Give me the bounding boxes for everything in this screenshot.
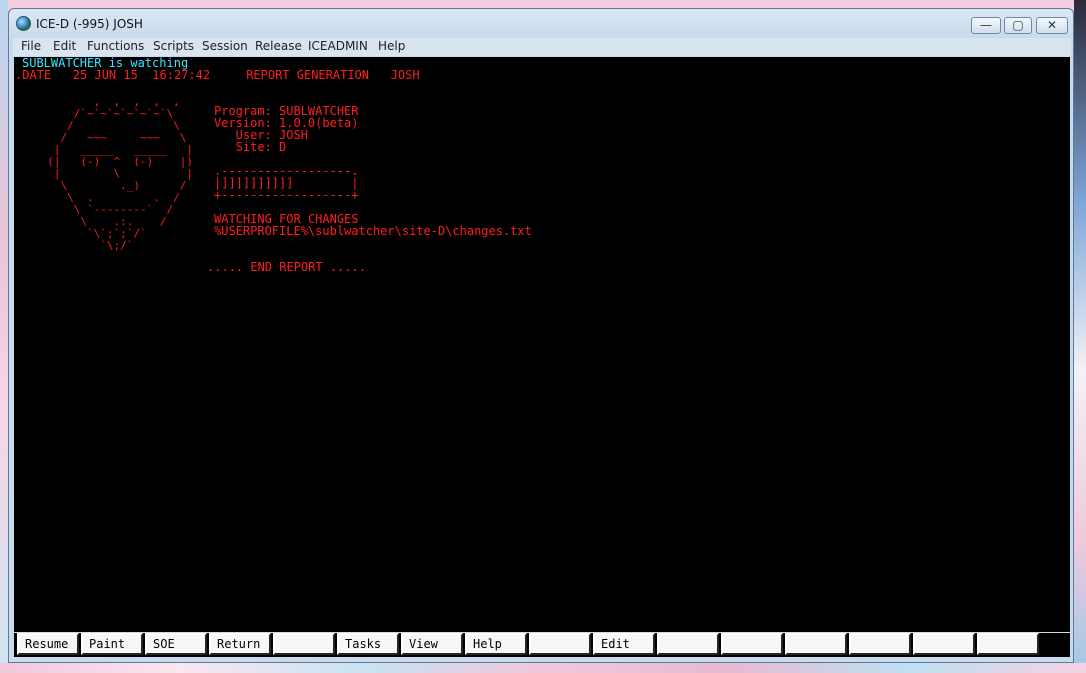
fkey-blank-5[interactable] [273,633,335,655]
fkey-return[interactable]: Return [209,633,271,655]
fkey-resume[interactable]: Resume [17,633,79,655]
site-line: Site: D [214,140,287,154]
menu-iceadmin[interactable]: ICEADMIN [308,39,368,53]
window-title: ICE-D (-995) JOSH [36,17,143,31]
end-report-line: ..... END REPORT ..... [207,260,366,274]
report-header: .DATE 25 JUN 15 16:27:42 REPORT GENERATI… [15,68,420,82]
fkey-blank-12[interactable] [721,633,783,655]
fkey-blank-13[interactable] [785,633,847,655]
close-icon: ✕ [1046,18,1058,32]
menu-session[interactable]: Session [202,39,248,53]
fkey-blank-9[interactable] [529,633,591,655]
menu-help[interactable]: Help [378,39,405,53]
desktop-background-left [0,0,8,673]
menu-bar: File Edit Functions Scripts Session Rele… [13,38,1071,56]
fkey-edit[interactable]: Edit [593,633,655,655]
fkey-blank-16[interactable] [977,633,1039,655]
fkey-view[interactable]: View [401,633,463,655]
terminal-screen[interactable]: SUBLWATCHER is watching .DATE 25 JUN 15 … [14,57,1070,632]
menu-scripts[interactable]: Scripts [153,39,194,53]
desktop-background-bottom [0,663,1086,673]
menu-functions[interactable]: Functions [87,39,144,53]
fkey-paint[interactable]: Paint [81,633,143,655]
progress-box-bottom: +------------------+ [214,188,359,202]
path-line: %USERPROFILE%\sublwatcher\site-D\changes… [214,224,532,238]
close-button[interactable]: ✕ [1036,17,1068,34]
globe-icon[interactable] [16,16,31,31]
ascii-face-art: , , , , , /`~`~`~`~`~`~`\ / \ / ~~~ ~~~ … [47,95,193,252]
maximize-button[interactable]: ▢ [1004,17,1032,34]
fkey-help[interactable]: Help [465,633,527,655]
minimize-button[interactable]: — [971,17,1001,34]
title-bar[interactable]: ICE-D (-995) JOSH — ▢ ✕ [9,9,1073,39]
menu-edit[interactable]: Edit [53,39,76,53]
minimize-icon: — [980,18,992,32]
menu-release[interactable]: Release [255,39,302,53]
function-key-bar: Resume Paint SOE Return Tasks View Help … [14,633,1070,657]
maximize-icon: ▢ [1012,18,1024,32]
menu-file[interactable]: File [21,39,41,53]
fkey-blank-15[interactable] [913,633,975,655]
terminal-window: ICE-D (-995) JOSH — ▢ ✕ File Edit Functi… [8,8,1074,663]
desktop-background-right [1074,0,1086,673]
fkey-blank-11[interactable] [657,633,719,655]
fkey-blank-14[interactable] [849,633,911,655]
fkey-tasks[interactable]: Tasks [337,633,399,655]
fkey-soe[interactable]: SOE [145,633,207,655]
